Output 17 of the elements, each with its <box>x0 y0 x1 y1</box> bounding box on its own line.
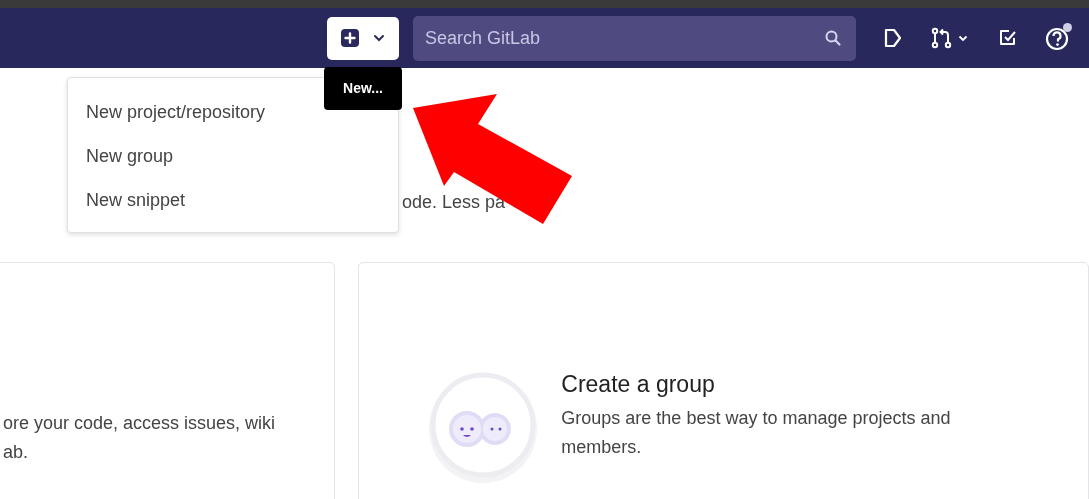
search-field[interactable]: Search GitLab <box>413 15 856 61</box>
todo-checkbox-icon[interactable] <box>998 28 1018 48</box>
card-description: ore your code, access issues, wiki ab. <box>3 412 277 464</box>
card-title: Create a group <box>561 371 716 398</box>
chevron-down-icon <box>373 34 385 42</box>
create-group-card[interactable]: Create a group Groups are the best way to manage projects and members. <box>358 262 1089 499</box>
issues-icon[interactable] <box>882 27 904 49</box>
search-icon <box>824 28 842 47</box>
card-description: Groups are the best way to manage projects and members. <box>561 407 951 459</box>
menu-item[interactable]: New snippet <box>68 178 398 222</box>
new-tooltip: New... <box>324 66 402 110</box>
merge-requests-icon[interactable] <box>930 26 968 50</box>
plus-square-icon <box>341 29 359 47</box>
intro-text: ode. Less pa <box>402 192 507 213</box>
new-menu-button[interactable] <box>327 16 399 60</box>
menu-item[interactable]: New group <box>68 134 398 178</box>
help-icon[interactable] <box>1044 25 1070 51</box>
